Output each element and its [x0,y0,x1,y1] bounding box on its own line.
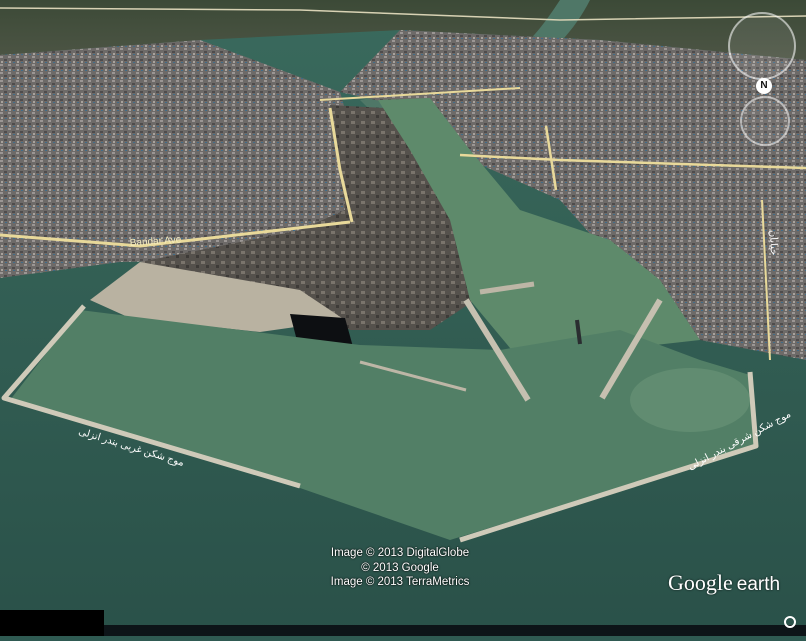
north-indicator[interactable]: N [756,78,772,94]
satellite-view[interactable]: Bandar Ave موج شکن غربی بندر انزلی موج ش… [0,0,806,636]
logo-product: earth [736,574,781,595]
attribution-line: © 2013 Google [361,561,439,574]
status-bar [104,625,806,636]
circle-icon[interactable] [784,616,796,628]
google-earth-logo: Google earth [668,570,780,596]
status-bar-left [0,610,104,636]
look-joystick[interactable] [740,96,790,146]
attribution-line: Image © 2013 TerraMetrics [330,576,470,588]
sediment-plume [630,368,750,432]
attribution-line: Image © 2013 DigitalGlobe [330,547,470,559]
road-label-east: خیابان [767,230,779,256]
logo-brand: Google [668,570,733,595]
compass-ring[interactable] [728,12,796,80]
imagery-attribution: Image © 2013 DigitalGlobe © 2013 Google … [300,546,500,590]
map-viewport[interactable]: Bandar Ave موج شکن غربی بندر انزلی موج ش… [0,0,806,636]
